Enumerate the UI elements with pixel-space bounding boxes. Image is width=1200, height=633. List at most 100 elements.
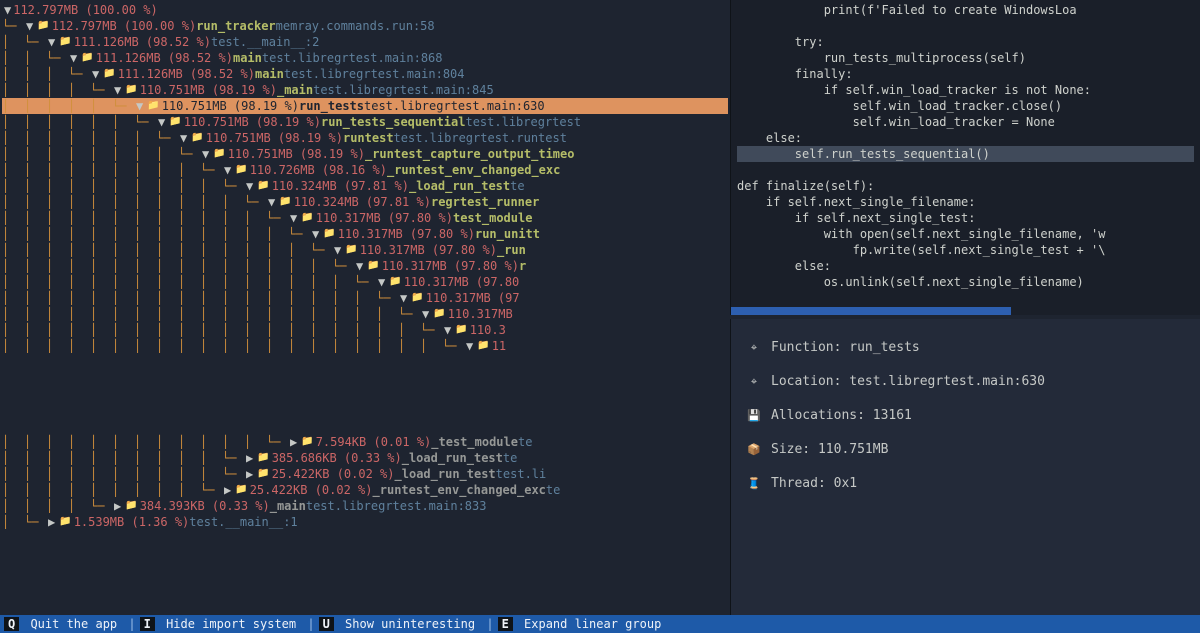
expand-arrow-icon[interactable]: ▼ bbox=[422, 306, 429, 322]
expand-arrow-icon[interactable]: ▼ bbox=[136, 98, 143, 114]
expand-arrow-icon[interactable]: ▶ bbox=[114, 498, 121, 514]
expand-arrow-icon[interactable]: ▶ bbox=[48, 514, 55, 530]
tree-row[interactable]: │ │ │ │ │ │ │ │ │ │ └─▼📁 110.324MB (97.8… bbox=[2, 178, 728, 194]
node-size: 112.797MB (100.00 %) bbox=[52, 18, 197, 34]
expand-arrow-icon[interactable]: ▼ bbox=[400, 290, 407, 306]
tree-row[interactable] bbox=[2, 402, 728, 418]
tree-row[interactable]: │ │ │ │ │ │ │ │ │ │ │ │ │ │ │ │ │ └─▼📁 1… bbox=[2, 290, 728, 306]
tree-row[interactable]: │ │ │ │ │ │ │ │ │ │ │ │ │ │ └─▼📁 110.317… bbox=[2, 242, 728, 258]
tree-row[interactable]: │ │ │ │ │ │ │ │ │ │ └─▶📁 25.422KB (0.02 … bbox=[2, 466, 728, 482]
tree-row[interactable]: │ │ │ │ │ │ │ │ │ │ │ │ └─▶📁 7.594KB (0.… bbox=[2, 434, 728, 450]
shortcut-key[interactable]: U bbox=[319, 617, 334, 631]
folder-icon: 📁 bbox=[235, 162, 247, 178]
folder-icon: 📁 bbox=[323, 226, 335, 242]
node-name: _load_run_test bbox=[409, 178, 510, 194]
memory-tree[interactable]: ▼ 112.797MB (100.00 %) └─▼📁 112.797MB (1… bbox=[0, 0, 730, 615]
source-code-panel: print(f'Failed to create WindowsLoa try:… bbox=[730, 0, 1200, 315]
node-size: 110.726MB (98.16 %) bbox=[250, 162, 387, 178]
tree-row[interactable]: │ │ │ │ │ │ │ └─▼📁 110.751MB (98.19 %) r… bbox=[2, 130, 728, 146]
tree-row[interactable]: │ │ │ │ │ │ │ │ │ │ │ │ │ │ │ │ │ │ │ │ … bbox=[2, 338, 728, 354]
tree-row[interactable]: │ │ │ └─▼📁 111.126MB (98.52 %) main test… bbox=[2, 66, 728, 82]
tree-row[interactable]: │ │ │ │ │ │ │ │ │ │ │ │ │ │ │ │ │ │ └─▼📁… bbox=[2, 306, 728, 322]
tree-row[interactable]: └─▼📁 112.797MB (100.00 %) run_tracker me… bbox=[2, 18, 728, 34]
tree-row[interactable]: │ └─▼📁 111.126MB (98.52 %) test.__main__… bbox=[2, 34, 728, 50]
tree-row[interactable]: │ │ │ │ │ │ │ │ │ │ │ │ └─▼📁 110.317MB (… bbox=[2, 210, 728, 226]
node-size: 110.751MB (98.19 %) bbox=[184, 114, 321, 130]
node-size: 25.422KB (0.02 %) bbox=[250, 482, 373, 498]
tree-row[interactable]: │ │ │ │ │ │ └─▼📁 110.751MB (98.19 %) run… bbox=[2, 114, 728, 130]
node-name: r bbox=[519, 258, 526, 274]
code-line: self.win_load_tracker = None bbox=[737, 114, 1194, 130]
node-size: 110.317MB (97 bbox=[426, 290, 520, 306]
expand-arrow-icon[interactable]: ▼ bbox=[224, 162, 231, 178]
expand-arrow-icon[interactable]: ▼ bbox=[114, 82, 121, 98]
tree-row[interactable]: │ │ │ │ │ │ │ │ │ │ │ │ │ └─▼📁 110.317MB… bbox=[2, 226, 728, 242]
code-line: fp.write(self.next_single_test + '\ bbox=[737, 242, 1194, 258]
expand-arrow-icon[interactable]: ▼ bbox=[246, 178, 253, 194]
folder-icon: 📁 bbox=[147, 98, 159, 114]
expand-arrow-icon[interactable]: ▶ bbox=[246, 466, 253, 482]
expand-arrow-icon[interactable]: ▼ bbox=[70, 50, 77, 66]
horizontal-scrollbar[interactable] bbox=[731, 307, 1011, 315]
tree-row[interactable]: │ │ │ │ │ └─▼📁 110.751MB (98.19 %) run_t… bbox=[2, 98, 728, 114]
tree-row[interactable]: │ │ │ │ │ │ │ │ │ │ │ │ │ │ │ └─▼📁 110.3… bbox=[2, 258, 728, 274]
expand-arrow-icon[interactable]: ▼ bbox=[92, 66, 99, 82]
node-name: _run bbox=[497, 242, 526, 258]
code-line: try: bbox=[737, 34, 1194, 50]
tree-row[interactable]: │ │ │ │ │ │ │ │ └─▼📁 110.751MB (98.19 %)… bbox=[2, 146, 728, 162]
shortcut-key[interactable]: I bbox=[140, 617, 155, 631]
expand-arrow-icon[interactable]: ▶ bbox=[224, 482, 231, 498]
tree-row[interactable]: ▼ 112.797MB (100.00 %) bbox=[2, 2, 728, 18]
code-line: if self.next_single_filename: bbox=[737, 194, 1194, 210]
thread-icon: 🧵 bbox=[747, 469, 761, 499]
tree-row[interactable]: │ │ │ │ │ │ │ │ │ │ │ │ │ │ │ │ │ │ │ └─… bbox=[2, 322, 728, 338]
expand-arrow-icon[interactable]: ▼ bbox=[356, 258, 363, 274]
shortcut-key[interactable]: E bbox=[498, 617, 513, 631]
code-line: else: bbox=[737, 130, 1194, 146]
folder-icon: 📁 bbox=[389, 274, 401, 290]
box-icon: 📦 bbox=[747, 435, 761, 465]
code-line: if self.win_load_tracker is not None: bbox=[737, 82, 1194, 98]
tree-row[interactable]: │ │ └─▼📁 111.126MB (98.52 %) main test.l… bbox=[2, 50, 728, 66]
tree-row[interactable] bbox=[2, 418, 728, 434]
tree-row[interactable]: │ │ │ │ │ │ │ │ │ │ └─▶📁 385.686KB (0.33… bbox=[2, 450, 728, 466]
tree-row[interactable]: │ └─▶📁 1.539MB (1.36 %) test.__main__:1 bbox=[2, 514, 728, 530]
expand-arrow-icon[interactable]: ▼ bbox=[334, 242, 341, 258]
tree-row[interactable]: │ │ │ │ │ │ │ │ │ └─▶📁 25.422KB (0.02 %)… bbox=[2, 482, 728, 498]
node-location: te bbox=[546, 482, 560, 498]
folder-icon: 📁 bbox=[433, 306, 445, 322]
folder-icon: 📁 bbox=[411, 290, 423, 306]
tree-row[interactable]: │ │ │ │ └─▼📁 110.751MB (98.19 %) _main t… bbox=[2, 82, 728, 98]
expand-arrow-icon[interactable]: ▼ bbox=[378, 274, 385, 290]
shortcut-label: Show uninteresting bbox=[338, 617, 483, 631]
expand-arrow-icon[interactable]: ▼ bbox=[444, 322, 451, 338]
tree-row[interactable]: │ │ │ │ │ │ │ │ │ │ │ └─▼📁 110.324MB (97… bbox=[2, 194, 728, 210]
folder-icon: 📁 bbox=[125, 82, 137, 98]
expand-arrow-icon[interactable]: ▼ bbox=[48, 34, 55, 50]
tree-row[interactable] bbox=[2, 386, 728, 402]
tree-row[interactable] bbox=[2, 354, 728, 370]
expand-arrow-icon[interactable]: ▼ bbox=[202, 146, 209, 162]
compass-icon: ⌖ bbox=[747, 333, 761, 363]
expand-arrow-icon[interactable]: ▼ bbox=[290, 210, 297, 226]
expand-arrow-icon[interactable]: ▶ bbox=[290, 434, 297, 450]
expand-arrow-icon[interactable]: ▶ bbox=[246, 450, 253, 466]
expand-arrow-icon[interactable]: ▼ bbox=[466, 338, 473, 354]
expand-arrow-icon[interactable]: ▼ bbox=[312, 226, 319, 242]
shortcut-key[interactable]: Q bbox=[4, 617, 19, 631]
expand-arrow-icon[interactable]: ▼ bbox=[4, 2, 11, 18]
tree-row[interactable]: │ │ │ │ │ │ │ │ │ └─▼📁 110.726MB (98.16 … bbox=[2, 162, 728, 178]
expand-arrow-icon[interactable]: ▼ bbox=[180, 130, 187, 146]
expand-arrow-icon[interactable]: ▼ bbox=[268, 194, 275, 210]
node-name: run_tracker bbox=[196, 18, 275, 34]
node-name: regrtest_runner bbox=[431, 194, 539, 210]
tree-row[interactable] bbox=[2, 370, 728, 386]
folder-icon: 📁 bbox=[59, 514, 71, 530]
tree-row[interactable]: │ │ │ │ │ │ │ │ │ │ │ │ │ │ │ │ └─▼📁 110… bbox=[2, 274, 728, 290]
node-location: te bbox=[510, 178, 524, 194]
code-line: run_tests_multiprocess(self) bbox=[737, 50, 1194, 66]
expand-arrow-icon[interactable]: ▼ bbox=[26, 18, 33, 34]
expand-arrow-icon[interactable]: ▼ bbox=[158, 114, 165, 130]
tree-row[interactable]: │ │ │ │ └─▶📁 384.393KB (0.33 %) _main te… bbox=[2, 498, 728, 514]
node-size: 384.393KB (0.33 %) bbox=[140, 498, 270, 514]
